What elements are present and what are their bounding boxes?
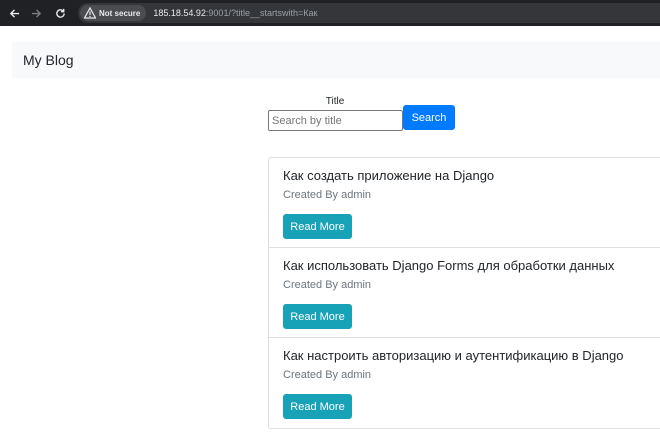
search-button[interactable]: Search (403, 105, 455, 130)
warning-triangle-icon (84, 7, 96, 19)
navbar: My Blog (12, 42, 660, 78)
arrow-left-icon (9, 8, 19, 18)
address-bar[interactable]: Not secure 185.18.54.92:9001/?title__sta… (78, 3, 660, 23)
url-path: :9001/?title__startswith=Как (205, 8, 318, 18)
post-card: Как настроить авторизацию и аутентификац… (269, 338, 660, 428)
post-title: Как создать приложение на Django (283, 168, 495, 183)
read-more-button[interactable]: Read More (283, 214, 352, 239)
back-button[interactable] (6, 5, 22, 21)
post-title: Как использовать Django Forms для обрабо… (283, 258, 615, 273)
post-author: Created By admin (283, 189, 372, 201)
security-label: Not secure (99, 8, 141, 18)
reload-icon (55, 8, 65, 18)
browser-toolbar: Not secure 185.18.54.92:9001/?title__sta… (0, 0, 660, 26)
url-host: 185.18.54.92 (153, 8, 206, 18)
read-more-button[interactable]: Read More (283, 394, 352, 419)
post-list: Как создать приложение на Django Created… (268, 157, 660, 429)
post-author: Created By admin (283, 369, 372, 381)
arrow-right-icon (31, 8, 41, 18)
reload-button[interactable] (52, 5, 68, 21)
post-card: Как использовать Django Forms для обрабо… (269, 248, 660, 338)
search-label: Title (325, 96, 345, 107)
post-card: Как создать приложение на Django Created… (269, 158, 660, 248)
post-title: Как настроить авторизацию и аутентификац… (283, 348, 624, 363)
forward-button[interactable] (28, 5, 44, 21)
read-more-button[interactable]: Read More (283, 304, 352, 329)
security-indicator[interactable]: Not secure (80, 5, 147, 21)
navbar-brand[interactable]: My Blog (23, 52, 74, 68)
post-author: Created By admin (283, 279, 372, 291)
url-text[interactable]: 185.18.54.92:9001/?title__startswith=Как (153, 8, 317, 18)
search-input[interactable] (268, 110, 403, 131)
